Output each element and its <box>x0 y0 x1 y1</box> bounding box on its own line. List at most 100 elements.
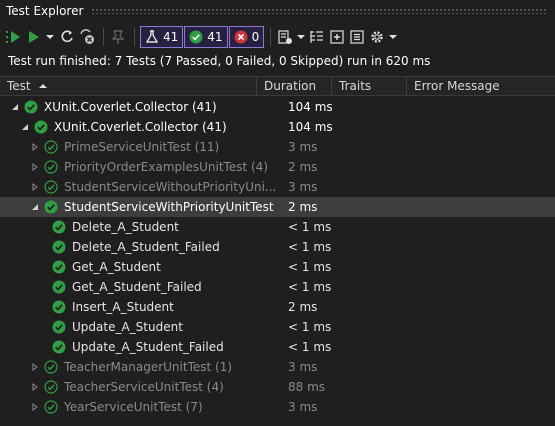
collapse-all-icon <box>350 30 364 44</box>
passed-icon <box>44 140 58 154</box>
tree-row[interactable]: XUnit.Coverlet.Collector (41) 104 ms <box>0 97 555 117</box>
test-name: Update_A_Student <box>72 320 183 334</box>
collapsed-chevron-icon[interactable] <box>30 182 40 192</box>
passed-icon <box>44 180 58 194</box>
tree-row[interactable]: TeacherManagerUnitTest (1) 3 ms <box>0 357 555 377</box>
passed-icon <box>44 200 58 214</box>
passed-tests-filter[interactable]: 41 <box>184 26 228 48</box>
tree-row[interactable]: StudentServiceWithoutPriorityUni... 3 ms <box>0 177 555 197</box>
playlist-icon <box>278 30 293 44</box>
settings-dropdown-button[interactable] <box>388 26 398 48</box>
test-name: PrimeServiceUnitTest (11) <box>64 140 220 154</box>
test-duration: 2 ms <box>288 200 318 214</box>
passed-icon <box>52 240 66 254</box>
test-name: TeacherManagerUnitTest (1) <box>64 360 233 374</box>
settings-button[interactable] <box>368 26 386 48</box>
test-name: XUnit.Coverlet.Collector (41) <box>54 120 227 134</box>
test-duration: < 1 ms <box>288 320 332 334</box>
test-duration: 3 ms <box>288 140 318 154</box>
column-header-error-message[interactable]: Error Message <box>407 77 555 95</box>
run-dropdown-button[interactable] <box>44 26 56 48</box>
test-name: Delete_A_Student <box>72 220 179 234</box>
test-duration: < 1 ms <box>288 340 332 354</box>
result-counters: 41 41 0 <box>140 26 265 48</box>
passed-icon <box>44 400 58 414</box>
column-header-test[interactable]: Test <box>0 77 257 95</box>
test-duration: 104 ms <box>288 120 333 134</box>
test-name: StudentServiceWithPriorityUnitTest <box>64 200 274 214</box>
run-status-text: Test run finished: 7 Tests (7 Passed, 0 … <box>8 54 431 68</box>
tree-row[interactable]: YearServiceUnitTest (7) 3 ms <box>0 397 555 417</box>
expanded-chevron-icon[interactable] <box>30 202 40 212</box>
test-duration: 3 ms <box>288 180 318 194</box>
run-button[interactable] <box>26 26 42 48</box>
chevron-down-icon <box>46 35 54 39</box>
test-duration: 104 ms <box>288 100 333 114</box>
tree-row[interactable]: Update_A_Student_Failed < 1 ms <box>0 337 555 357</box>
tree-row[interactable]: Get_A_Student_Failed < 1 ms <box>0 277 555 297</box>
column-header-error-label: Error Message <box>414 79 500 93</box>
test-name: PriorityOrderExamplesUnitTest (4) <box>64 160 268 174</box>
run-icon <box>29 31 39 43</box>
tree-row[interactable]: Delete_A_Student < 1 ms <box>0 217 555 237</box>
chevron-down-icon <box>389 35 398 39</box>
toolbar: 41 41 0 <box>0 24 555 50</box>
collapse-all-button[interactable] <box>348 26 366 48</box>
passed-icon <box>52 280 66 294</box>
test-duration: 88 ms <box>288 380 326 394</box>
collapsed-chevron-icon[interactable] <box>30 382 40 392</box>
playlist-dropdown-button[interactable] <box>296 26 306 48</box>
cancel-icon <box>80 29 94 44</box>
total-tests-filter[interactable]: 41 <box>140 26 184 48</box>
collapsed-chevron-icon[interactable] <box>30 362 40 372</box>
tree-row-selected[interactable]: StudentServiceWithPriorityUnitTest 2 ms <box>0 197 555 217</box>
playlist-button[interactable] <box>276 26 294 48</box>
passed-count: 41 <box>207 30 223 44</box>
expand-all-icon <box>330 30 344 44</box>
passed-icon <box>44 160 58 174</box>
failed-tests-filter[interactable]: 0 <box>228 26 265 48</box>
tree-row[interactable]: Delete_A_Student_Failed < 1 ms <box>0 237 555 257</box>
toolbar-separator <box>270 28 272 46</box>
tree-row[interactable]: PriorityOrderExamplesUnitTest (4) 2 ms <box>0 157 555 177</box>
tree-row[interactable]: XUnit.Coverlet.Collector (41) 104 ms <box>0 117 555 137</box>
toolbar-separator <box>103 28 104 46</box>
column-header-traits-label: Traits <box>339 79 372 93</box>
tree-row[interactable]: Update_A_Student < 1 ms <box>0 317 555 337</box>
total-count: 41 <box>163 30 179 44</box>
passed-icon <box>52 300 66 314</box>
repeat-last-run-button[interactable] <box>58 26 76 48</box>
settings-filter-button[interactable] <box>109 26 127 48</box>
tree-row[interactable]: TeacherServiceUnitTest (4) 88 ms <box>0 377 555 397</box>
expand-all-button[interactable] <box>328 26 346 48</box>
failed-count: 0 <box>251 30 260 44</box>
collapsed-chevron-icon[interactable] <box>30 162 40 172</box>
column-header-row: Test Duration Traits Error Message <box>0 76 555 96</box>
window-title: Test Explorer <box>6 4 84 18</box>
tree-row[interactable]: Get_A_Student < 1 ms <box>0 257 555 277</box>
test-name: Get_A_Student <box>72 260 161 274</box>
test-duration: 2 ms <box>288 300 318 314</box>
expanded-chevron-icon[interactable] <box>10 102 20 112</box>
collapsed-chevron-icon[interactable] <box>30 142 40 152</box>
cancel-run-button[interactable] <box>78 26 96 48</box>
run-all-button[interactable] <box>4 26 24 48</box>
group-by-button[interactable] <box>308 26 326 48</box>
passed-icon <box>52 340 66 354</box>
test-name: TeacherServiceUnitTest (4) <box>64 380 224 394</box>
column-header-duration[interactable]: Duration <box>257 77 332 95</box>
test-duration: 3 ms <box>288 400 318 414</box>
title-bar-grip[interactable] <box>91 8 547 14</box>
column-header-traits[interactable]: Traits <box>332 77 407 95</box>
expanded-chevron-icon[interactable] <box>20 122 30 132</box>
tree-row[interactable]: PrimeServiceUnitTest (11) 3 ms <box>0 137 555 157</box>
test-duration: 3 ms <box>288 360 318 374</box>
passed-icon <box>52 220 66 234</box>
gear-icon <box>371 31 383 43</box>
column-header-test-label: Test <box>7 79 31 93</box>
tree-row[interactable]: Insert_A_Student 2 ms <box>0 297 555 317</box>
test-name: YearServiceUnitTest (7) <box>64 400 203 414</box>
pin-icon <box>111 30 125 44</box>
collapsed-chevron-icon[interactable] <box>30 402 40 412</box>
test-name: StudentServiceWithoutPriorityUni... <box>64 180 277 194</box>
